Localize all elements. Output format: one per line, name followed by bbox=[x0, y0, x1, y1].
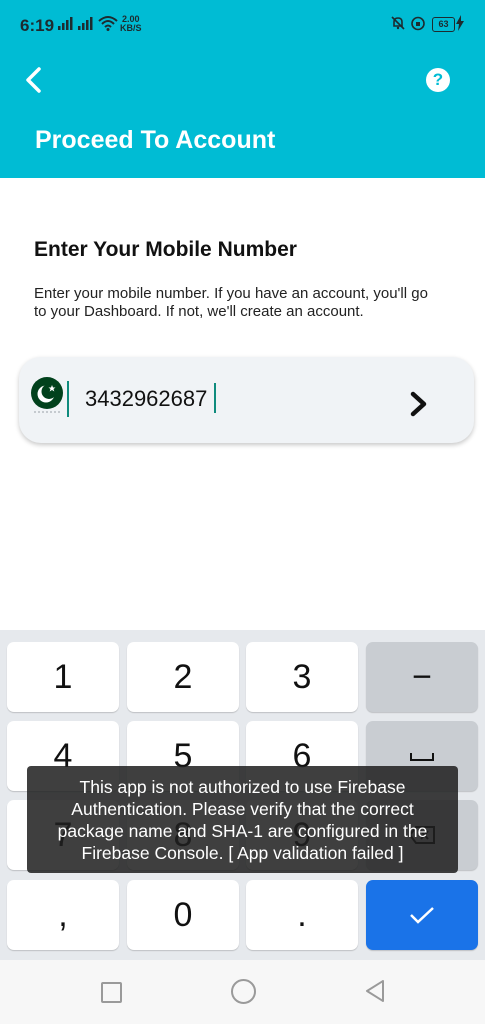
key-1[interactable]: 1 bbox=[7, 642, 119, 712]
recents-button[interactable] bbox=[101, 982, 122, 1003]
wifi-icon bbox=[98, 15, 118, 36]
alarm-icon bbox=[410, 15, 426, 36]
signal-icon bbox=[58, 15, 96, 36]
chevron-right-icon bbox=[410, 391, 427, 417]
network-speed: 2.00 KB/S bbox=[120, 15, 142, 33]
key-0[interactable]: 0 bbox=[127, 880, 239, 950]
system-navigation-bar bbox=[0, 960, 485, 1024]
triangle-back-icon bbox=[366, 980, 384, 1002]
battery-icon: 63 bbox=[432, 17, 455, 32]
page-title: Proceed To Account bbox=[35, 126, 276, 154]
submit-next-button[interactable] bbox=[407, 390, 431, 418]
key-done[interactable] bbox=[366, 880, 478, 950]
section-description: Enter your mobile number. If you have an… bbox=[34, 285, 428, 320]
key-3[interactable]: 3 bbox=[246, 642, 358, 712]
key-minus[interactable]: − bbox=[366, 642, 478, 712]
phone-input-card bbox=[19, 357, 474, 443]
nav-back-button[interactable] bbox=[364, 979, 386, 1008]
flag-divider bbox=[67, 381, 69, 417]
notification-off-icon bbox=[390, 15, 406, 36]
chevron-left-icon bbox=[26, 67, 41, 93]
section-heading: Enter Your Mobile Number bbox=[34, 238, 297, 261]
network-speed-unit: KB/S bbox=[120, 23, 142, 33]
pakistan-flag-icon[interactable] bbox=[30, 377, 64, 413]
text-cursor bbox=[214, 383, 216, 413]
charging-icon bbox=[456, 15, 464, 36]
key-2[interactable]: 2 bbox=[127, 642, 239, 712]
key-comma[interactable]: , bbox=[7, 880, 119, 950]
app-header: 6:19 2.00 KB/S 63 ? Proceed To Account bbox=[0, 0, 485, 178]
home-button[interactable] bbox=[231, 979, 256, 1004]
key-dot[interactable]: . bbox=[246, 880, 358, 950]
back-button[interactable] bbox=[18, 64, 48, 96]
phone-number-input[interactable] bbox=[85, 383, 385, 415]
help-button[interactable]: ? bbox=[426, 68, 450, 92]
checkmark-icon bbox=[410, 907, 434, 924]
status-time: 6:19 bbox=[20, 16, 55, 35]
status-bar: 6:19 2.00 KB/S 63 bbox=[0, 0, 485, 50]
error-toast: This app is not authorized to use Fireba… bbox=[27, 766, 458, 873]
space-icon bbox=[410, 753, 434, 761]
